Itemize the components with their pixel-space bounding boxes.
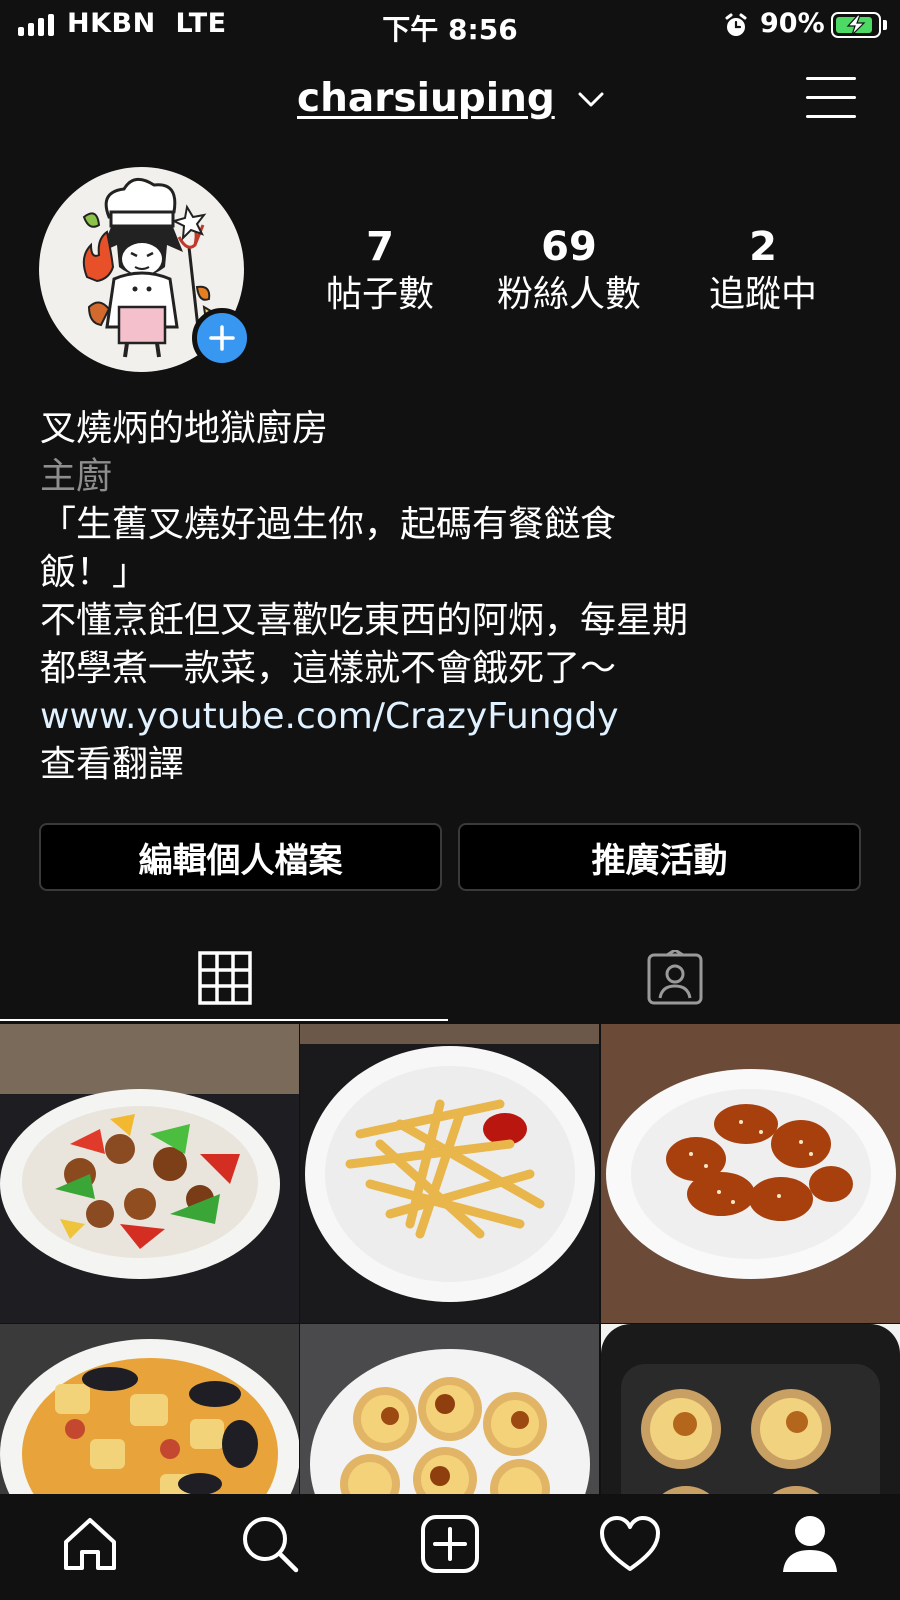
- charging-bolt-icon: [846, 14, 866, 36]
- nav-profile[interactable]: [770, 1508, 850, 1580]
- followers-count[interactable]: 69 粉絲人數: [484, 222, 654, 318]
- battery-nub: [883, 20, 887, 30]
- sesame-chicken-wings-photo[interactable]: [601, 1024, 900, 1323]
- profile-bio: 叉燒炳的地獄廚房 主廚 「生舊叉燒好過生你，起碼有餐餸食 飯！」 不懂烹飪但又喜…: [40, 405, 860, 789]
- followers-count-value: 69: [541, 224, 597, 270]
- promotions-button[interactable]: 推廣活動: [458, 823, 861, 891]
- following-count-value: 2: [749, 224, 777, 270]
- battery-percent: 90%: [760, 8, 825, 39]
- alarm-clock-icon: [725, 13, 747, 36]
- french-fries-photo[interactable]: [300, 1024, 599, 1323]
- chevron-down-icon[interactable]: [578, 92, 604, 108]
- add-story-button[interactable]: [192, 308, 252, 368]
- tab-grid[interactable]: [0, 935, 450, 1021]
- posts-count-label: 帖子數: [325, 274, 434, 315]
- status-bar: HKBN LTE 下午 8:56 90%: [0, 0, 900, 50]
- nav-activity[interactable]: [590, 1508, 670, 1580]
- plus-icon: [209, 325, 235, 351]
- active-tab-indicator: [0, 1019, 448, 1021]
- followers-count-label: 粉絲人數: [496, 274, 641, 315]
- profile-header: charsiuping: [0, 62, 900, 142]
- nav-search[interactable]: [230, 1508, 310, 1580]
- air-fryer-egg-tarts-photo[interactable]: [601, 1324, 900, 1494]
- profile-icon: [783, 1516, 837, 1572]
- search-icon: [243, 1517, 299, 1573]
- posts-grid: [0, 1024, 900, 1494]
- see-translation-link[interactable]: 查看翻譯: [40, 741, 860, 789]
- posts-count[interactable]: 7 帖子數: [310, 222, 450, 318]
- bio-line: 「生舊叉燒好過生你，起碼有餐餸食: [40, 504, 617, 545]
- tab-tagged[interactable]: [450, 935, 900, 1021]
- bottom-navigation: [0, 1494, 900, 1600]
- new-post-icon: [421, 1515, 479, 1573]
- bio-line: 飯！」: [40, 552, 149, 593]
- profile-category: 主廚: [40, 456, 113, 497]
- edit-profile-button[interactable]: 編輯個人檔案: [39, 823, 442, 891]
- nav-home[interactable]: [50, 1508, 130, 1580]
- bio-line: 不懂烹飪但又喜歡吃東西的阿炳，每星期: [40, 600, 689, 641]
- grid-icon: [198, 951, 252, 1005]
- following-count[interactable]: 2 追蹤中: [693, 222, 833, 318]
- home-icon: [64, 1518, 116, 1570]
- nav-new-post[interactable]: [410, 1508, 490, 1580]
- bio-line: 都學煮一款菜，這樣就不會餓死了～: [40, 648, 617, 689]
- website-link[interactable]: www.youtube.com/CrazyFungdy: [40, 693, 860, 741]
- egg-tarts-photo[interactable]: [300, 1324, 599, 1494]
- posts-count-value: 7: [366, 224, 394, 270]
- username-switcher[interactable]: charsiuping: [297, 76, 555, 121]
- profile-name: 叉燒炳的地獄廚房: [40, 408, 329, 449]
- sweet-and-sour-pork-photo[interactable]: [0, 1024, 299, 1323]
- following-count-label: 追蹤中: [708, 274, 817, 315]
- hamburger-menu-icon[interactable]: [806, 74, 856, 122]
- heart-icon: [600, 1516, 660, 1571]
- seafood-curry-photo[interactable]: [0, 1324, 299, 1494]
- tagged-person-icon: [647, 950, 703, 1005]
